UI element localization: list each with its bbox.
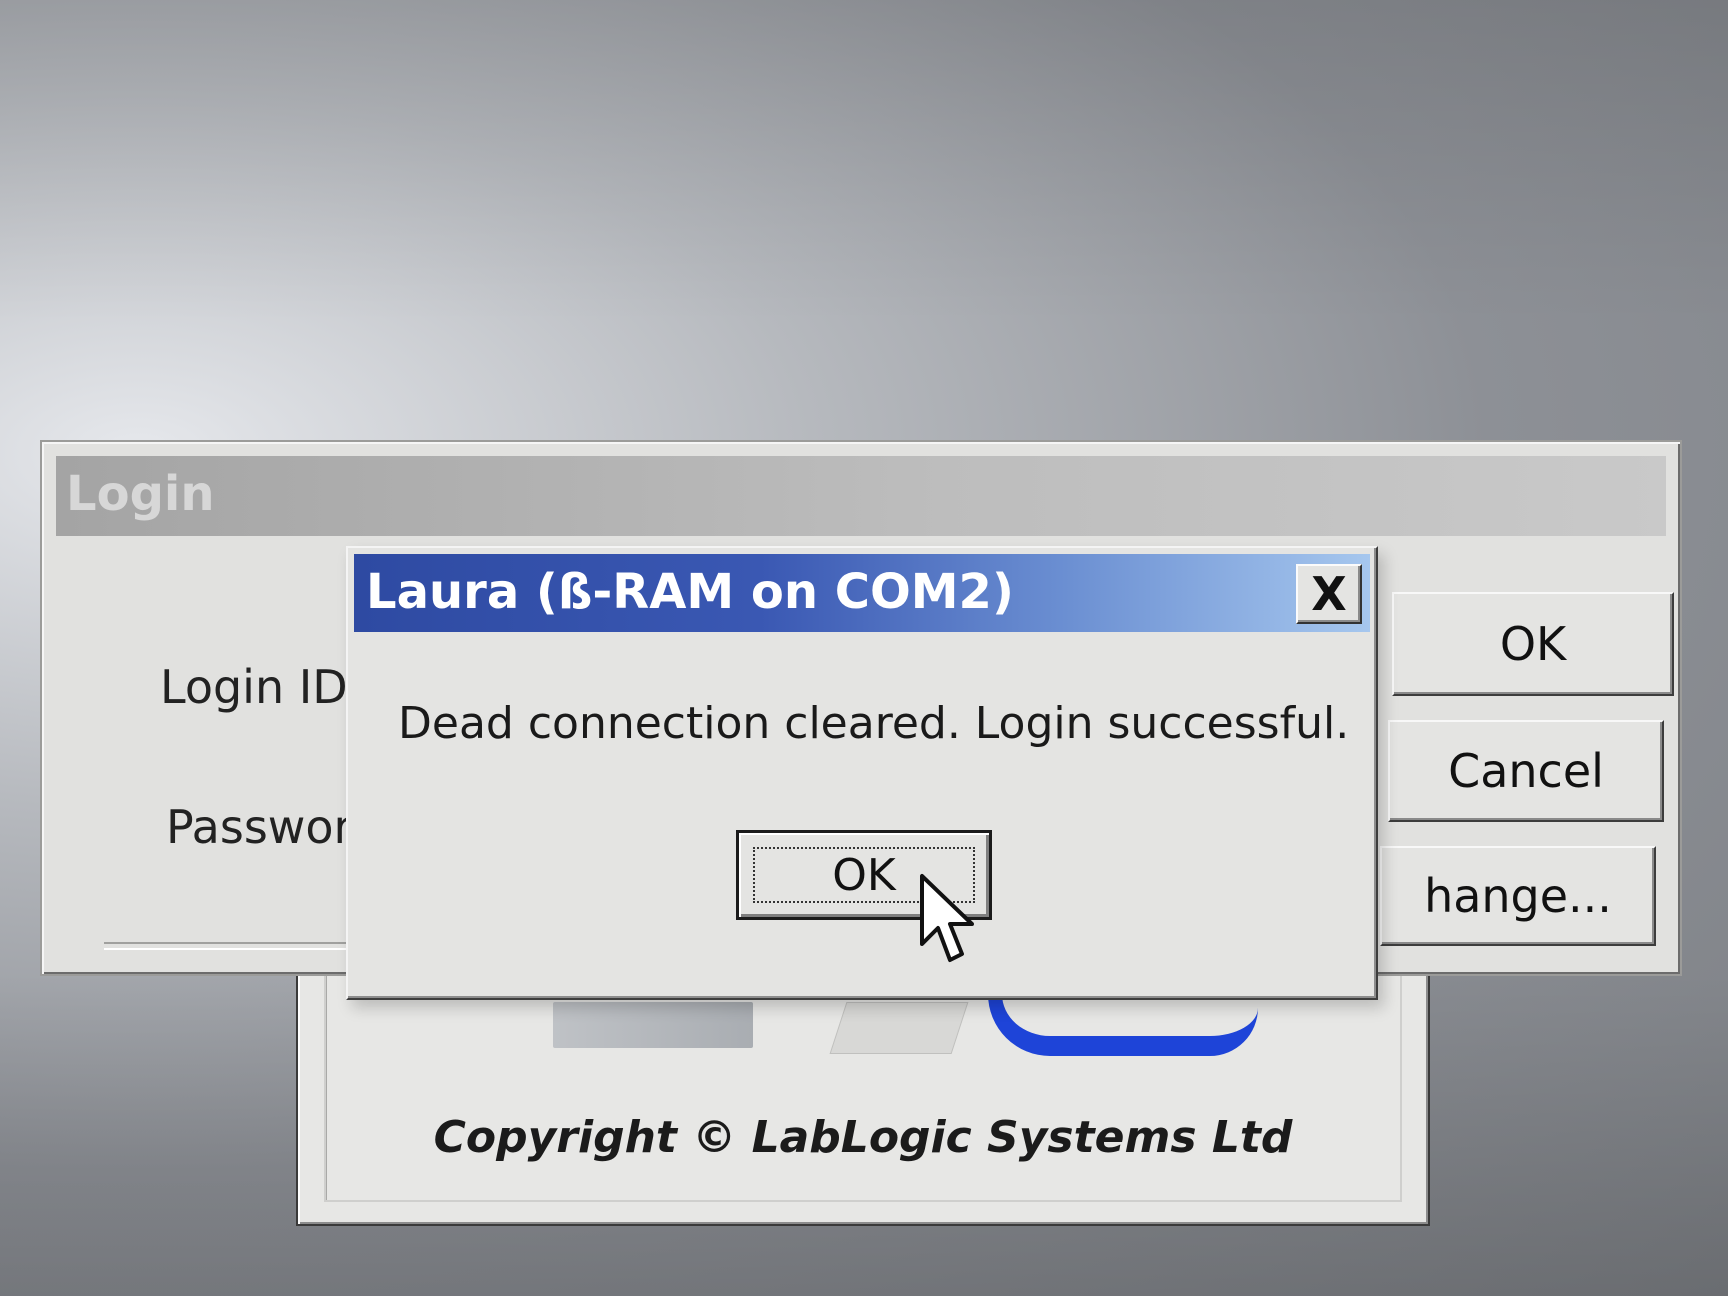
login-id-label: Login ID — [160, 660, 348, 714]
login-change-button[interactable]: hange... — [1380, 846, 1656, 946]
message-box: Laura (ß-RAM on COM2) X Dead connection … — [346, 546, 1378, 1000]
login-cancel-button[interactable]: Cancel — [1388, 720, 1664, 822]
message-text: Dead connection cleared. Login successfu… — [398, 698, 1350, 749]
splash-logo-swoosh — [988, 994, 1258, 1056]
login-ok-button[interactable]: OK — [1392, 592, 1674, 696]
copyright-text: Copyright © LabLogic Systems Ltd — [433, 1112, 1293, 1163]
login-title: Login — [66, 466, 215, 522]
close-button[interactable]: X — [1296, 564, 1362, 624]
splash-logo-graphic — [553, 1002, 753, 1048]
password-label: Passwor — [166, 800, 353, 854]
splash-logo-graphic-paper — [829, 1002, 969, 1054]
arrow-cursor-icon — [920, 874, 974, 962]
login-titlebar[interactable]: Login — [56, 456, 1666, 536]
message-box-title: Laura (ß-RAM on COM2) — [366, 564, 1014, 620]
close-icon: X — [1311, 567, 1347, 621]
message-box-titlebar[interactable]: Laura (ß-RAM on COM2) X — [354, 554, 1370, 632]
